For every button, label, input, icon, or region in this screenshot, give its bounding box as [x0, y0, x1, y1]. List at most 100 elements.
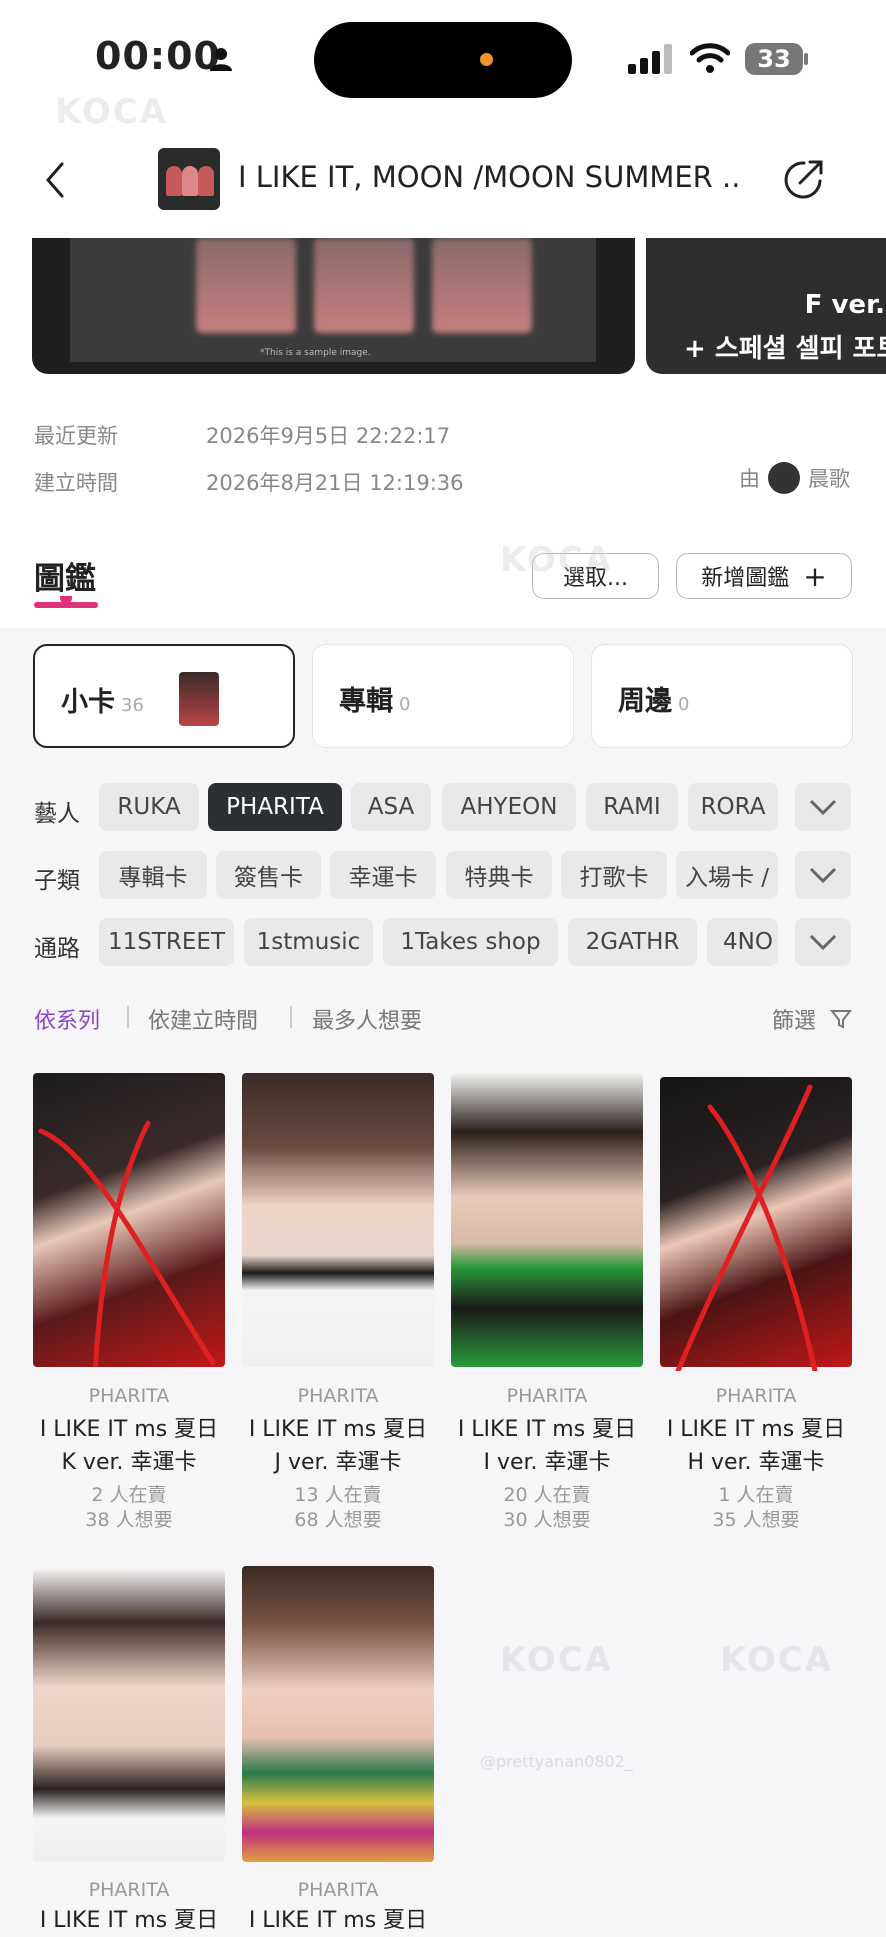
- expand-channels-button[interactable]: [795, 918, 851, 966]
- banner-slide-2[interactable]: F ver. ( + 스페셜 셀피 포토: [646, 238, 886, 374]
- subtype-chip[interactable]: 打歌卡: [561, 851, 667, 899]
- creator-prefix: 由: [739, 467, 760, 491]
- card-wanted-count: 35 人想要: [712, 1509, 800, 1531]
- add-catalog-label: 新增圖鑑: [701, 566, 790, 591]
- category-count: 0: [399, 694, 411, 715]
- creator[interactable]: 由 晨歌: [739, 462, 850, 494]
- sort-by-wanted[interactable]: 最多人想要: [312, 1003, 422, 1035]
- creator-name: 晨歌: [808, 467, 850, 491]
- add-catalog-button[interactable]: 新增圖鑑 +: [676, 553, 852, 599]
- updated-value: 2026年9月5日 22:22:17: [206, 424, 451, 448]
- expand-subtypes-button[interactable]: [795, 851, 851, 899]
- photocard-image[interactable]: [33, 1570, 225, 1862]
- plus-icon: +: [803, 559, 827, 593]
- channel-chip[interactable]: 1Takes shop: [383, 918, 558, 966]
- channel-filter-label: 通路: [34, 936, 80, 962]
- status-time: 00:00: [95, 34, 221, 78]
- category-label: 周邊: [618, 686, 672, 717]
- created-value: 2026年8月21日 12:19:36: [206, 471, 464, 495]
- subtype-chip[interactable]: 入場卡 /: [676, 851, 778, 899]
- artist-chip[interactable]: ASA: [351, 783, 431, 831]
- card-name-line2[interactable]: J ver. 幸運卡: [235, 1446, 441, 1479]
- banner-slide[interactable]: *This is a sample image.: [32, 238, 635, 374]
- expand-artists-button[interactable]: [795, 783, 851, 831]
- sort-by-created[interactable]: 依建立時間: [148, 1003, 258, 1035]
- card-wanted-count: 68 人想要: [294, 1509, 382, 1531]
- card-name-line1[interactable]: I LIKE IT ms 夏日: [26, 1904, 232, 1937]
- card-artist: PHARITA: [88, 1385, 170, 1407]
- card-selling-count: 13 人在賣: [294, 1484, 382, 1506]
- battery-cap: [804, 53, 808, 65]
- card-wanted-count: 38 人想要: [85, 1509, 173, 1531]
- category-card-album[interactable]: 專輯 0: [312, 644, 574, 748]
- watermark-logo: KOCA: [500, 540, 613, 580]
- photocard-image[interactable]: [242, 1566, 434, 1862]
- artist-chip[interactable]: RAMI: [586, 783, 678, 831]
- artist-chip[interactable]: AHYEON: [442, 783, 576, 831]
- artist-chip[interactable]: RORA: [688, 783, 778, 831]
- watermark-logo: KOCA: [500, 1640, 613, 1680]
- channel-chip[interactable]: 1stmusic: [244, 918, 373, 966]
- category-label: 專輯: [339, 686, 393, 717]
- banner-image: *This is a sample image.: [70, 238, 596, 362]
- wifi-icon: [690, 43, 730, 73]
- category-count: 0: [678, 694, 690, 715]
- crossed-out-mark: [38, 1120, 216, 1367]
- subtype-chip[interactable]: 特典卡: [446, 851, 552, 899]
- camera-indicator-icon: [480, 53, 493, 66]
- filter-button[interactable]: 篩選: [772, 1003, 816, 1035]
- sort-divider: [290, 1006, 292, 1028]
- card-name-line2[interactable]: K ver. 幸運卡: [26, 1446, 232, 1479]
- updated-label: 最近更新: [34, 424, 118, 448]
- subtype-filter-label: 子類: [34, 868, 80, 894]
- person-icon: [210, 48, 232, 71]
- category-label: 小卡: [61, 687, 115, 718]
- card-name-line1[interactable]: I LIKE IT ms 夏日: [26, 1413, 232, 1446]
- artist-filter-label: 藝人: [34, 801, 80, 827]
- channel-chip[interactable]: 11STREET: [99, 918, 234, 966]
- back-icon[interactable]: [40, 160, 70, 200]
- sample-note: *This is a sample image.: [260, 348, 371, 358]
- chevron-down-icon: [809, 934, 837, 951]
- battery-icon: 33: [745, 43, 803, 75]
- banner-bonus-text: + 스페셜 셀피 포토: [684, 334, 886, 364]
- card-name-line1[interactable]: I LIKE IT ms 夏日: [235, 1413, 441, 1446]
- dynamic-island: [314, 22, 572, 98]
- photocard-image[interactable]: [242, 1073, 434, 1367]
- channel-chip[interactable]: 2GATHR: [568, 918, 697, 966]
- banner-version-text: F ver. (: [804, 290, 886, 320]
- created-label: 建立時間: [34, 471, 118, 495]
- card-selling-count: 1 人在賣: [718, 1484, 794, 1506]
- card-artist: PHARITA: [88, 1879, 170, 1901]
- filter-icon[interactable]: [830, 1008, 852, 1030]
- card-artist: PHARITA: [506, 1385, 588, 1407]
- watermark-logo: KOCA: [55, 92, 168, 132]
- artist-chip-selected[interactable]: PHARITA: [208, 783, 342, 831]
- card-name-line1[interactable]: I LIKE IT ms 夏日: [444, 1413, 650, 1446]
- card-name-line2[interactable]: H ver. 幸運卡: [653, 1446, 859, 1479]
- album-thumbnail: [158, 148, 220, 210]
- sort-divider: [127, 1006, 129, 1028]
- artist-chip[interactable]: RUKA: [99, 783, 199, 831]
- category-thumbnail: [179, 672, 219, 726]
- signal-icon: [628, 44, 672, 74]
- card-name-line1[interactable]: I LIKE IT ms 夏日: [235, 1904, 441, 1937]
- watermark-logo: KOCA: [720, 1640, 833, 1680]
- card-name-line1[interactable]: I LIKE IT ms 夏日: [653, 1413, 859, 1446]
- photocard-image[interactable]: [451, 1073, 643, 1367]
- card-name-line2[interactable]: I ver. 幸運卡: [444, 1446, 650, 1479]
- chevron-down-icon: [809, 867, 837, 884]
- card-selling-count: 2 人在賣: [91, 1484, 167, 1506]
- sort-by-series[interactable]: 依系列: [34, 1003, 100, 1035]
- section-title: 圖鑑: [34, 561, 96, 597]
- avatar: [768, 462, 800, 494]
- subtype-chip[interactable]: 幸運卡: [330, 851, 436, 899]
- subtype-chip[interactable]: 專輯卡: [99, 851, 207, 899]
- card-selling-count: 20 人在賣: [503, 1484, 591, 1506]
- share-icon[interactable]: [782, 157, 826, 201]
- category-card-merch[interactable]: 周邊 0: [591, 644, 853, 748]
- category-count: 36: [121, 695, 144, 716]
- channel-chip[interactable]: 4NO: [707, 918, 778, 966]
- category-card-photocard[interactable]: 小卡 36: [33, 644, 295, 748]
- subtype-chip[interactable]: 簽售卡: [216, 851, 321, 899]
